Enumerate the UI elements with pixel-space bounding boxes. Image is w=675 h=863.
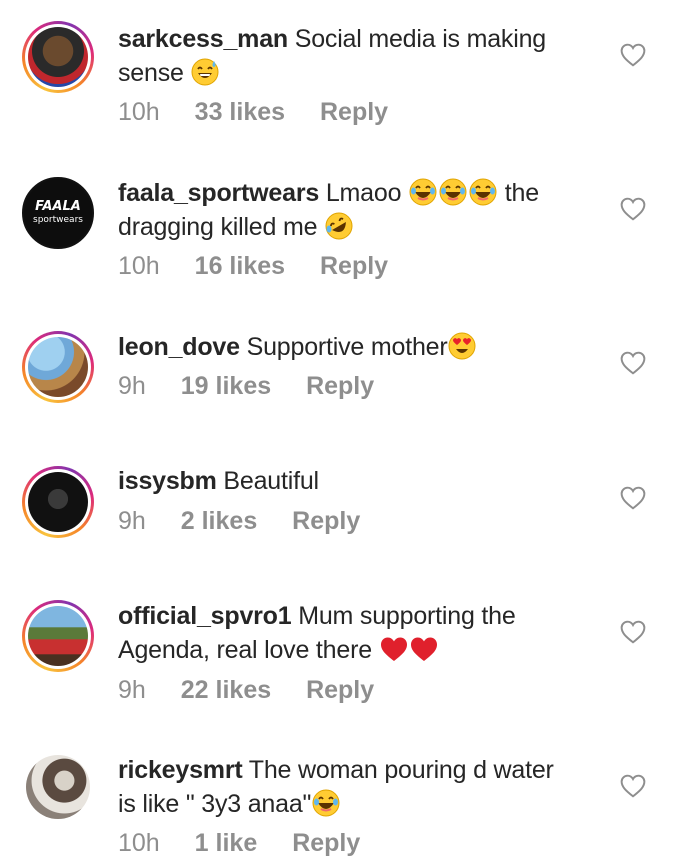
comment-username[interactable]: official_spvro1 — [118, 602, 292, 630]
avatar-logo-subtext: sportwears — [33, 215, 83, 225]
comment-likes[interactable]: 1 like — [195, 829, 258, 857]
comment-meta: 10h 1 like Reply — [118, 829, 388, 858]
comment-time: 10h — [118, 98, 160, 126]
avatar[interactable] — [22, 600, 94, 672]
like-heart-icon[interactable] — [620, 774, 646, 798]
comment-username[interactable]: leon_dove — [118, 333, 240, 361]
comment-body: The woman pouring d water — [248, 756, 554, 784]
comment-time: 9h — [118, 372, 146, 400]
tears-of-joy-emoji-icon — [409, 178, 437, 206]
heart-eyes-emoji-icon — [448, 332, 476, 360]
comment-body: Supportive mother — [246, 333, 448, 361]
like-heart-icon[interactable] — [620, 351, 646, 375]
comment-likes[interactable]: 2 likes — [181, 507, 257, 535]
comment-text: rickeysmrt The woman pouring d water is … — [118, 753, 588, 821]
comment-body-line2: dragging killed me — [118, 213, 318, 241]
comment-body: Mum supporting the — [298, 602, 516, 630]
avatar-logo-text: FAALA — [35, 199, 81, 214]
red-heart-emoji-icon — [380, 635, 408, 663]
comment-meta: 9h 19 likes Reply — [118, 372, 402, 401]
comment-username[interactable]: faala_sportwears — [118, 179, 319, 207]
comment-username[interactable]: issysbm — [118, 467, 217, 495]
reply-button[interactable]: Reply — [306, 372, 374, 400]
comment-text: issysbm Beautiful — [118, 464, 588, 498]
comment-likes[interactable]: 22 likes — [181, 676, 271, 704]
reply-button[interactable]: Reply — [320, 252, 388, 280]
tears-of-joy-emoji-icon — [312, 789, 340, 817]
comment-time: 9h — [118, 676, 146, 704]
comment-time: 10h — [118, 252, 160, 280]
tears-of-joy-emoji-icon — [439, 178, 467, 206]
comment-likes[interactable]: 19 likes — [181, 372, 271, 400]
avatar[interactable] — [26, 755, 90, 819]
like-heart-icon[interactable] — [620, 486, 646, 510]
reply-button[interactable]: Reply — [292, 829, 360, 857]
reply-button[interactable]: Reply — [292, 507, 360, 535]
sweat-smile-emoji-icon — [191, 58, 219, 86]
avatar[interactable] — [22, 21, 94, 93]
comment-body-line2: Agenda, real love there — [118, 636, 372, 664]
comment-time: 9h — [118, 507, 146, 535]
comment-meta: 9h 2 likes Reply — [118, 507, 388, 536]
comment-username[interactable]: sarkcess_man — [118, 25, 288, 53]
like-heart-icon[interactable] — [620, 197, 646, 221]
comment-body-cont: the — [504, 179, 539, 207]
comment-text: official_spvro1 Mum supporting the Agend… — [118, 599, 588, 667]
comment-meta: 9h 22 likes Reply — [118, 676, 402, 705]
comment-body-line2: sense — [118, 59, 184, 87]
avatar[interactable]: FAALA sportwears — [22, 177, 94, 249]
comment-likes[interactable]: 33 likes — [195, 98, 285, 126]
like-heart-icon[interactable] — [620, 43, 646, 67]
comment-meta: 10h 16 likes Reply — [118, 252, 416, 281]
avatar[interactable] — [22, 331, 94, 403]
comment-body-line2: is like " 3y3 anaa" — [118, 790, 312, 818]
comment-text: leon_dove Supportive mother — [118, 330, 588, 364]
comment-text: faala_sportwears Lmaoo the dragging kill… — [118, 176, 588, 244]
comment-likes[interactable]: 16 likes — [195, 252, 285, 280]
comment-username[interactable]: rickeysmrt — [118, 756, 243, 784]
rofl-emoji-icon — [325, 212, 353, 240]
like-heart-icon[interactable] — [620, 620, 646, 644]
tears-of-joy-emoji-icon — [469, 178, 497, 206]
comment-meta: 10h 33 likes Reply — [118, 98, 416, 127]
red-heart-emoji-icon — [410, 635, 438, 663]
comment-time: 10h — [118, 829, 160, 857]
comment-text: sarkcess_man Social media is making sens… — [118, 22, 588, 90]
reply-button[interactable]: Reply — [306, 676, 374, 704]
reply-button[interactable]: Reply — [320, 98, 388, 126]
comment-body: Lmaoo — [325, 179, 402, 207]
comment-body: Social media is making — [294, 25, 546, 53]
avatar[interactable] — [22, 466, 94, 538]
comment-body: Beautiful — [223, 467, 319, 495]
